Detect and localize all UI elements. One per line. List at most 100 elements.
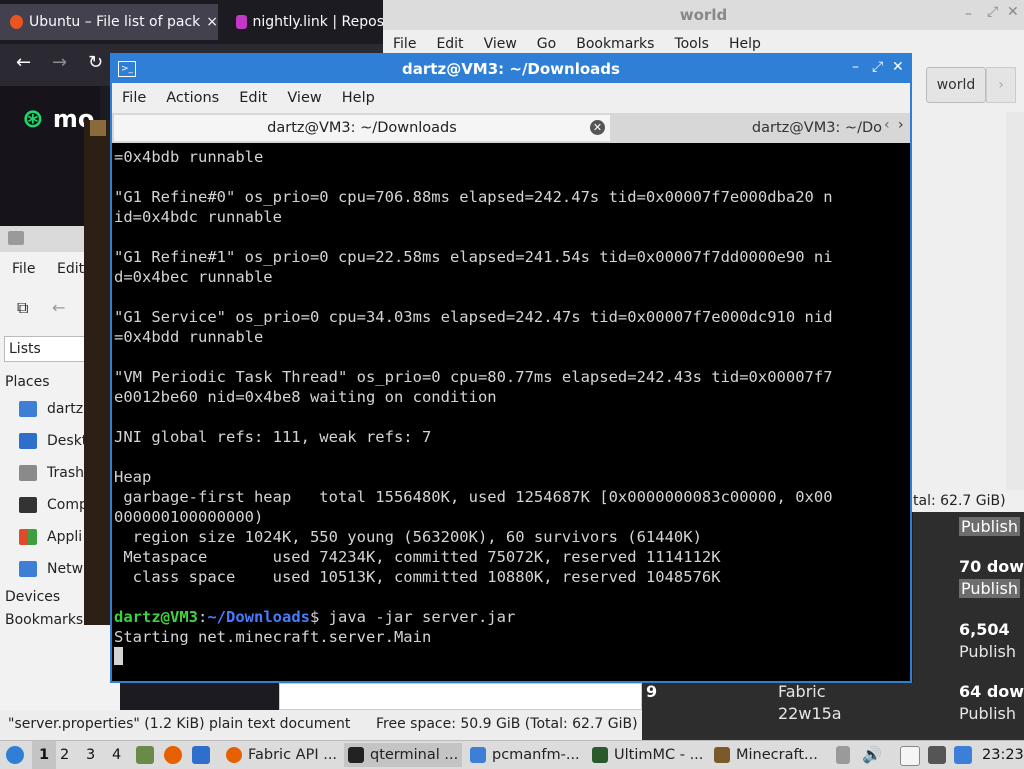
browser-tab-ubuntu[interactable]: Ubuntu – File list of pack ×: [0, 4, 218, 40]
terminal-line: Metaspace used 74234K, committed 75072K,…: [123, 548, 721, 566]
terminal-line: 000000100000000): [114, 508, 264, 526]
menu-edit[interactable]: Edit: [229, 83, 277, 113]
maximize-icon[interactable]: ⤢: [872, 59, 883, 75]
menu-file[interactable]: File: [383, 34, 426, 54]
link-icon: [236, 15, 247, 29]
task-minecraft[interactable]: Minecraft...: [710, 743, 828, 767]
computer-icon: [19, 497, 37, 513]
maximize-icon[interactable]: ⤢: [987, 4, 998, 20]
clipboard-icon[interactable]: [900, 746, 920, 766]
list-item: 70 dow: [959, 557, 1024, 576]
place-home[interactable]: dartz: [19, 401, 83, 417]
close-tab-icon[interactable]: ✕: [590, 120, 605, 135]
ubuntu-icon: [10, 15, 24, 29]
workspace-4[interactable]: 4: [112, 741, 121, 769]
place-network[interactable]: Netw: [19, 561, 83, 577]
browser-tab-nightly[interactable]: nightly.link | Repos: [226, 4, 384, 40]
tab-active[interactable]: dartz@VM3: ~/Downloads ✕: [114, 115, 610, 141]
menu-bar: File Edit View Go Bookmarks Tools Help: [383, 34, 771, 54]
menu-tools[interactable]: Tools: [664, 34, 719, 54]
menu-help[interactable]: Help: [719, 34, 771, 54]
task-ultimmc[interactable]: UltimMC - ...: [588, 743, 706, 767]
workspace-2[interactable]: 2: [60, 741, 69, 769]
menu-edit[interactable]: Edit: [426, 34, 473, 54]
desktop-icon[interactable]: [192, 746, 210, 764]
update-icon[interactable]: [954, 746, 972, 764]
file-manager-launcher-icon[interactable]: [136, 746, 154, 764]
terminal-icon: [348, 747, 364, 763]
menu-view[interactable]: View: [474, 34, 527, 54]
close-icon[interactable]: ✕: [892, 59, 904, 75]
place-computer[interactable]: Comp: [19, 497, 88, 513]
window-title: world: [383, 0, 1024, 30]
scrollbar[interactable]: [1006, 112, 1024, 490]
reload-icon[interactable]: ↻: [88, 52, 103, 73]
menu-help[interactable]: Help: [332, 83, 385, 113]
terminal-line: Heap: [114, 468, 152, 486]
command-line: $ java -jar server.jar: [310, 608, 516, 626]
terminal-window[interactable]: dartz@VM3: ~/Downloads >_ – ⤢ ✕ File Act…: [110, 53, 912, 683]
menu-actions[interactable]: Actions: [156, 83, 229, 113]
firefox-icon: [226, 747, 242, 763]
bookmarks-header: Bookmarks: [5, 612, 84, 628]
back-icon[interactable]: ←: [16, 52, 31, 73]
prompt-path: ~/Downloads: [207, 608, 310, 626]
chevron-right-icon[interactable]: ›: [898, 117, 904, 133]
mod-row[interactable]: 9 Fabric 22w15a: [642, 682, 913, 740]
tab-label: nightly.link | Repos: [252, 14, 384, 30]
tab-inactive[interactable]: dartz@VM3: ~/Do: [612, 115, 882, 141]
minimize-icon[interactable]: –: [965, 6, 972, 22]
status-selected-file: "server.properties" (1.2 KiB) plain text…: [8, 716, 351, 732]
terminal-icon: >_: [118, 61, 136, 77]
close-tab-icon[interactable]: ×: [206, 14, 218, 30]
display-icon[interactable]: [928, 746, 946, 764]
menu-bookmarks[interactable]: Bookmarks: [566, 34, 664, 54]
task-pcmanfm[interactable]: pcmanfm-...: [466, 743, 584, 767]
minimize-icon[interactable]: –: [852, 59, 859, 75]
minecraft-block-icon: [90, 120, 106, 136]
chevron-left-icon[interactable]: ‹: [884, 117, 890, 133]
row-version: 22w15a: [778, 704, 842, 723]
chevron-right-icon[interactable]: ›: [986, 67, 1016, 103]
terminal-line: "G1 Refine#0" os_prio=0 cpu=706.88ms ela…: [114, 188, 833, 206]
place-applications[interactable]: Appli: [19, 529, 82, 545]
clock: 23:23: [982, 747, 1024, 763]
menu-view[interactable]: View: [277, 83, 331, 113]
firefox-launcher-icon[interactable]: [164, 746, 182, 764]
close-icon[interactable]: ✕: [1007, 4, 1019, 20]
workspace-1[interactable]: 1: [32, 741, 56, 769]
menu-file[interactable]: File: [112, 83, 156, 113]
volume-icon[interactable]: 🔊: [862, 741, 882, 769]
home-folder-icon: [19, 401, 37, 417]
terminal-line: d=0x4bec runnable: [114, 268, 273, 286]
menu-file[interactable]: File: [12, 261, 35, 277]
terminal-line: "G1 Service" os_prio=0 cpu=34.03ms elaps…: [114, 308, 833, 326]
forward-icon[interactable]: →: [52, 52, 67, 73]
minecraft-icon: [714, 747, 730, 763]
back-icon[interactable]: ←: [52, 298, 65, 317]
status-bar: "server.properties" (1.2 KiB) plain text…: [0, 710, 642, 740]
terminal-line: class space used 10513K, committed 10880…: [132, 568, 721, 586]
ultimmc-icon: [592, 747, 608, 763]
path-button-world[interactable]: world: [926, 67, 986, 103]
new-tab-icon[interactable]: ⧉: [17, 298, 28, 318]
row-number: 9: [646, 682, 658, 701]
status-free-space: tal: 62.7 GiB): [913, 490, 1024, 512]
place-desktop[interactable]: Deskt: [19, 433, 87, 449]
place-trash[interactable]: Trash: [19, 465, 84, 481]
mod-list-panel: Publish 70 dow Publish 6,504 Publish 64 …: [913, 512, 1024, 740]
terminal-line: region size 1024K, 550 young (563200K), …: [132, 528, 702, 546]
terminal-output[interactable]: =0x4bdb runnable "G1 Refine#0" os_prio=0…: [114, 147, 904, 677]
task-firefox[interactable]: Fabric API ...: [222, 743, 340, 767]
file-view[interactable]: [279, 683, 642, 710]
task-qterminal[interactable]: qterminal ...: [344, 743, 462, 767]
menu-edit[interactable]: Edit: [57, 261, 84, 277]
folder-icon: [470, 747, 486, 763]
menu-bar: File Actions Edit View Help: [112, 83, 910, 113]
terminal-line: =0x4bdd runnable: [114, 328, 264, 346]
workspace-3[interactable]: 3: [86, 741, 95, 769]
start-menu-icon[interactable]: [6, 746, 24, 764]
terminal-line: e0012be60 nid=0x4be8 waiting on conditio…: [114, 388, 497, 406]
menu-go[interactable]: Go: [527, 34, 566, 54]
task-overflow-icon[interactable]: [836, 746, 850, 764]
